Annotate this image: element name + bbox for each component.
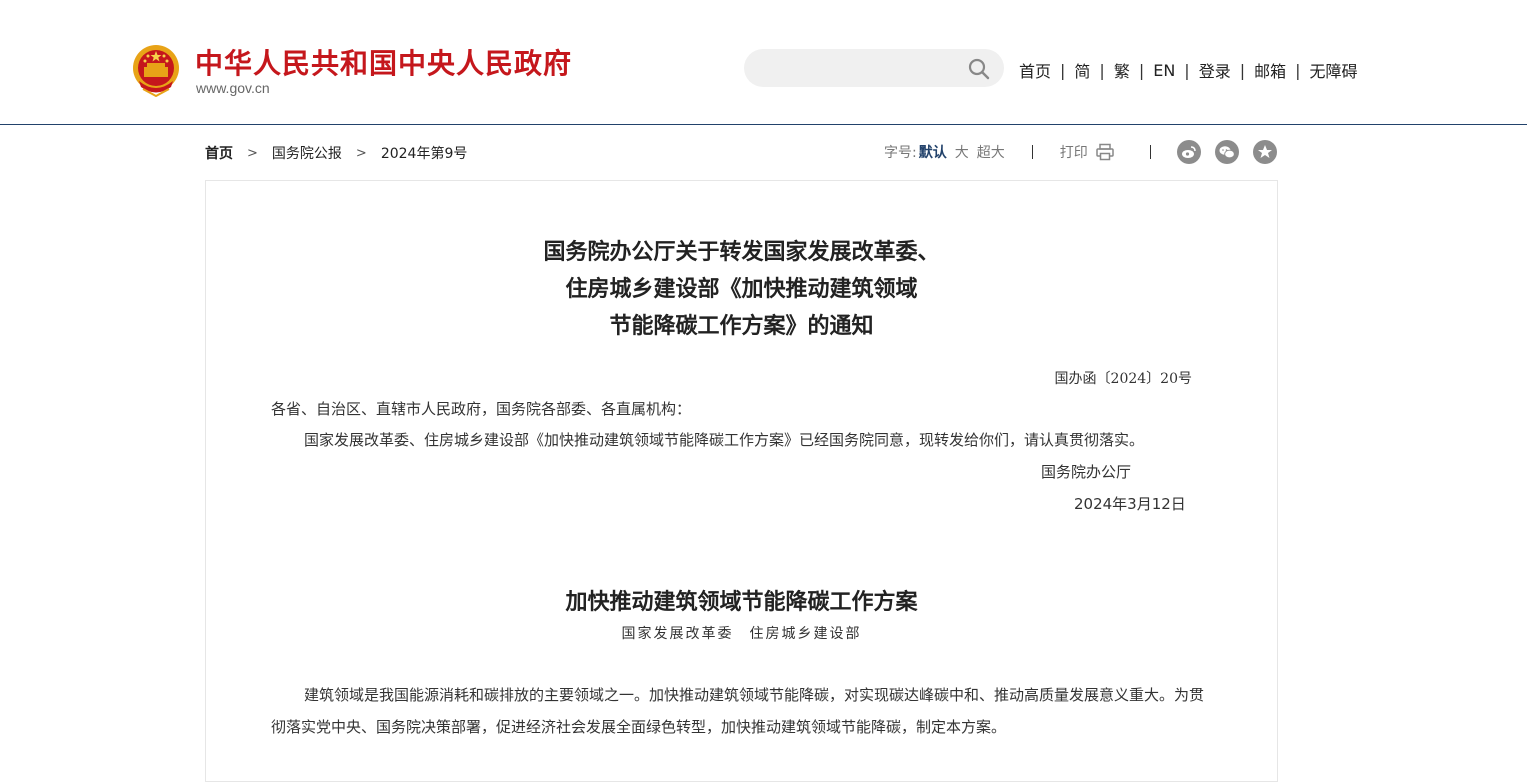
nav-simplified[interactable]: 简 xyxy=(1074,58,1090,82)
nav-separator: | xyxy=(1099,60,1105,80)
breadcrumb-issue[interactable]: 2024年第9号 xyxy=(381,143,468,163)
nav-separator: | xyxy=(1295,60,1301,80)
nav-accessibility[interactable]: 无障碍 xyxy=(1310,58,1358,82)
nav-traditional[interactable]: 繁 xyxy=(1114,58,1130,82)
toolbar-divider xyxy=(1031,145,1033,159)
favorite-icon xyxy=(1258,145,1272,158)
article-toolbar: 字号: 默认 大 超大 打印 xyxy=(884,142,1114,162)
weibo-icon xyxy=(1182,146,1196,158)
site-domain: www.gov.cn xyxy=(196,80,270,96)
search-icon[interactable] xyxy=(967,57,991,81)
plan-subtitle: 国家发展改革委 住房城乡建设部 xyxy=(621,626,862,642)
search-input[interactable] xyxy=(760,57,964,81)
body-paragraph: 国家发展改革委、住房城乡建设部《加快推动建筑领域节能降碳工作方案》已经国务院同意… xyxy=(304,431,1145,449)
nav-separator: | xyxy=(1239,60,1246,80)
toolbar-divider xyxy=(1150,145,1151,159)
article-title: 国务院办公厅关于转发国家发展改革委、 住房城乡建设部《加快推动建筑领域 节能降碳… xyxy=(206,234,1277,345)
article-title-line: 国务院办公厅关于转发国家发展改革委、 xyxy=(543,239,940,265)
nav-home[interactable]: 首页 xyxy=(1019,58,1051,82)
site-title[interactable]: 中华人民共和国中央人民政府 xyxy=(195,42,572,82)
print-icon[interactable] xyxy=(1095,143,1114,161)
addressee: 各省、自治区、直辖市人民政府，国务院各部委、各直属机构： xyxy=(271,400,692,418)
weibo-share-button[interactable] xyxy=(1177,140,1201,164)
chevron-right-icon: > xyxy=(247,145,258,161)
font-size-large[interactable]: 大 xyxy=(955,142,969,162)
print-label[interactable]: 打印 xyxy=(1060,142,1088,162)
font-size-label: 字号: xyxy=(884,145,917,161)
breadcrumb-home[interactable]: 首页 xyxy=(205,143,233,163)
signature-date: 2024年3月12日 xyxy=(1074,495,1186,513)
chevron-right-icon: > xyxy=(355,145,367,161)
document-number: 国办函〔2024〕20号 xyxy=(1054,371,1192,387)
breadcrumb-gazette[interactable]: 国务院公报 xyxy=(272,143,342,163)
favorite-button[interactable] xyxy=(1253,140,1277,164)
font-size-default[interactable]: 默认 xyxy=(919,142,947,162)
nav-separator: | xyxy=(1184,60,1190,80)
article-title-line: 住房城乡建设部《加快推动建筑领域 xyxy=(565,276,918,302)
top-nav: 首页 | 简 | 繁 | EN | 登录 | 邮箱 | 无障碍 xyxy=(1019,58,1358,82)
nav-english[interactable]: EN xyxy=(1153,61,1175,80)
wechat-icon xyxy=(1219,146,1235,159)
nav-separator: | xyxy=(1060,60,1066,80)
header-divider xyxy=(0,124,1527,125)
nav-login[interactable]: 登录 xyxy=(1199,58,1231,82)
intro-paragraph: 建筑领域是我国能源消耗和碳排放的主要领域之一。加快推动建筑领域节能降碳，对实现碳… xyxy=(271,686,1205,736)
signature-office: 国务院办公厅 xyxy=(1041,463,1132,481)
font-size-xlarge[interactable]: 超大 xyxy=(977,142,1005,162)
breadcrumb: 首页 > 国务院公报 > 2024年第9号 xyxy=(205,143,467,163)
nav-mail[interactable]: 邮箱 xyxy=(1254,58,1286,82)
plan-title: 加快推动建筑领域节能降碳工作方案 xyxy=(565,589,918,615)
article-title-line: 节能降碳工作方案》的通知 xyxy=(609,313,874,339)
search-box[interactable] xyxy=(744,49,1004,87)
nav-separator: | xyxy=(1138,60,1145,80)
national-emblem-icon[interactable] xyxy=(131,43,181,97)
wechat-share-button[interactable] xyxy=(1215,140,1239,164)
